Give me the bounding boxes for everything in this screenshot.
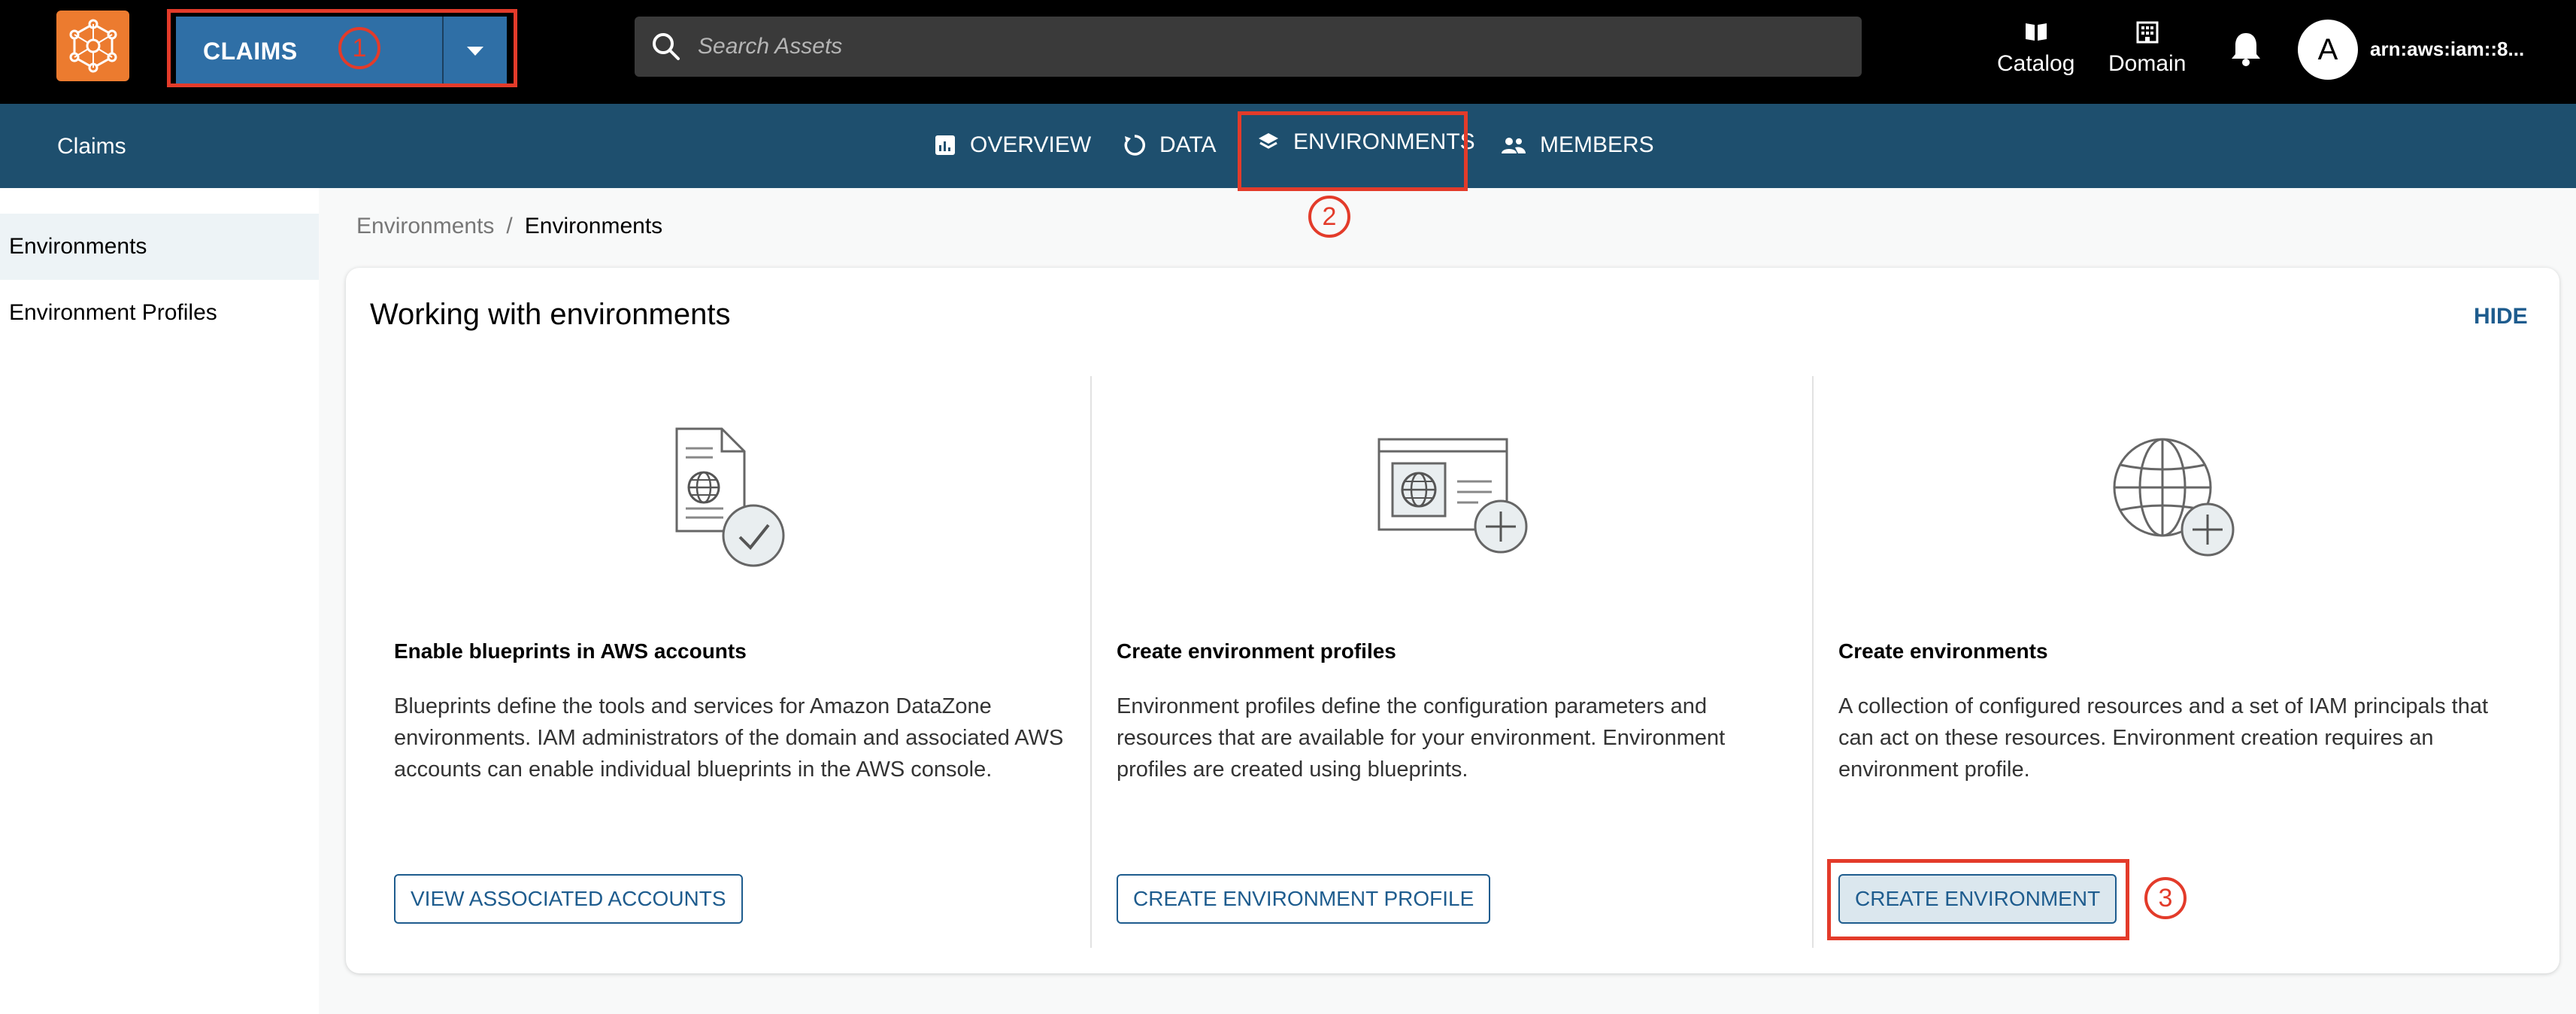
domain-button[interactable]: Domain: [2108, 18, 2186, 77]
tab-overview-label: OVERVIEW: [970, 132, 1092, 157]
col1-description: Blueprints define the tools and services…: [394, 694, 1064, 782]
catalog-button[interactable]: Catalog: [1997, 18, 2074, 77]
project-title[interactable]: Claims: [57, 134, 126, 159]
breadcrumb: Environments / Environments: [356, 214, 662, 239]
col3-title: Create environments: [1838, 639, 2048, 663]
bell-icon: [2232, 33, 2260, 66]
annotation-step-1: 1: [338, 27, 380, 69]
annotation-box-3: [1827, 859, 2129, 940]
column-divider: [1090, 376, 1092, 948]
tab-members[interactable]: MEMBERS: [1501, 132, 1654, 158]
view-associated-accounts-button[interactable]: VIEW ASSOCIATED ACCOUNTS: [394, 874, 743, 924]
book-icon: [2025, 23, 2047, 41]
globe-add-icon: [2113, 438, 2235, 557]
breadcrumb-parent-link[interactable]: Environments: [356, 214, 494, 239]
search-icon: [653, 33, 680, 60]
sidebar-item-environments[interactable]: Environments: [0, 214, 319, 280]
refresh-circle-icon: [1124, 135, 1146, 156]
tab-data-label: DATA: [1159, 132, 1217, 157]
search-input[interactable]: Search Assets: [698, 34, 842, 59]
annotation-step-3: 3: [2144, 877, 2187, 919]
tab-overview[interactable]: OVERVIEW: [934, 132, 1091, 158]
col1-title: Enable blueprints in AWS accounts: [394, 639, 747, 663]
column-divider: [1812, 376, 1814, 948]
col3-description: A collection of configured resources and…: [1838, 694, 2489, 782]
sidebar-item-environment-profiles[interactable]: Environment Profiles: [0, 280, 319, 346]
panel-title: Working with environments: [370, 298, 731, 331]
catalog-label: Catalog: [1997, 51, 2075, 76]
info-panel: [346, 268, 2559, 973]
network-logo-icon: [69, 19, 117, 73]
annotation-step-2: 2: [1308, 196, 1350, 238]
breadcrumb-separator: /: [506, 214, 513, 238]
user-arn[interactable]: arn:aws:iam::8...: [2370, 38, 2524, 61]
domain-label: Domain: [2108, 51, 2187, 76]
hide-button[interactable]: HIDE: [2474, 304, 2528, 329]
sidebar-item-label: Environment Profiles: [9, 300, 217, 325]
annotation-box-2: [1238, 111, 1468, 191]
notifications-button[interactable]: [2229, 30, 2263, 71]
create-environment-profile-button[interactable]: CREATE ENVIRONMENT PROFILE: [1117, 874, 1491, 924]
tab-members-label: MEMBERS: [1540, 132, 1654, 157]
search-bar[interactable]: Search Assets: [635, 17, 1862, 77]
users-icon: [1502, 138, 1526, 153]
breadcrumb-current: Environments: [524, 214, 663, 238]
sidebar-item-label: Environments: [9, 234, 147, 259]
datazone-logo[interactable]: [56, 11, 129, 81]
tab-data[interactable]: DATA: [1123, 132, 1217, 158]
profile-add-icon: [1377, 438, 1528, 554]
col2-title: Create environment profiles: [1117, 639, 1396, 663]
sidebar: Environments Environment Profiles: [0, 188, 319, 1014]
col2-description: Environment profiles define the configur…: [1117, 694, 1726, 782]
user-avatar[interactable]: A: [2298, 20, 2358, 80]
document-check-icon: [675, 427, 785, 567]
chart-icon: [935, 135, 955, 155]
building-icon: [2136, 21, 2159, 44]
